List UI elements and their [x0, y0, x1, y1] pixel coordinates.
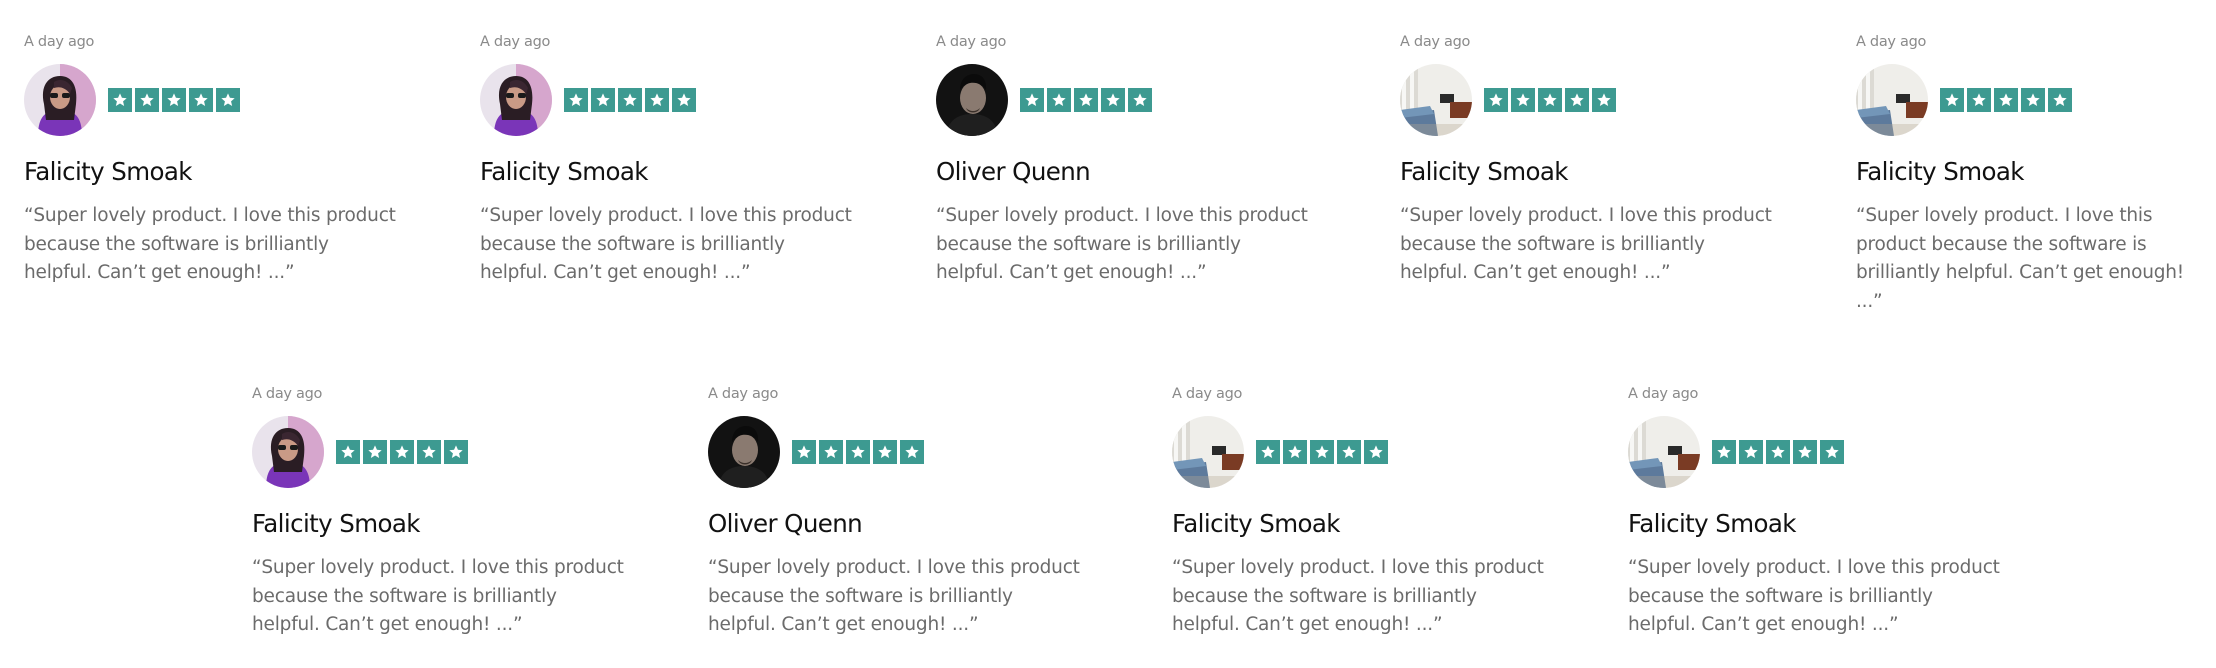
review-quote: “Super lovely product. I love this produ… — [480, 205, 852, 283]
review-card: A day ago Falicity Smoak “Super lovely p… — [1856, 32, 2216, 316]
star-icon — [792, 440, 816, 464]
star-icon — [873, 440, 897, 464]
star-rating — [1020, 88, 1152, 112]
star-icon — [1766, 440, 1790, 464]
review-time: A day ago — [1628, 386, 1699, 402]
review-quote: “Super lovely product. I love this produ… — [1628, 557, 2000, 635]
star-rating — [1484, 88, 1616, 112]
star-icon — [417, 440, 441, 464]
star-icon — [1128, 88, 1152, 112]
review-quote: “Super lovely product. I love this produ… — [1172, 557, 1544, 635]
review-time: A day ago — [1400, 34, 1471, 50]
reviewer-name: Falicity Smoak — [1400, 157, 1568, 186]
star-icon — [1739, 440, 1763, 464]
star-rating — [108, 88, 240, 112]
review-card: A day ago Oliver Quenn “Super lovely pro… — [708, 384, 1108, 640]
star-rating — [792, 440, 924, 464]
woman-purple-avatar — [252, 416, 324, 488]
review-quote: “Super lovely product. I love this produ… — [936, 205, 1308, 283]
star-icon — [444, 440, 468, 464]
review-quote: “Super lovely product. I love this produ… — [1400, 205, 1772, 283]
star-icon — [1820, 440, 1844, 464]
star-rating — [564, 88, 696, 112]
reviewer-name: Falicity Smoak — [252, 509, 420, 538]
review-quote: “Super lovely product. I love this produ… — [1856, 205, 2185, 312]
review-card: A day ago Falicity Smoak “Super lovely p… — [1400, 32, 1800, 288]
review-time: A day ago — [1172, 386, 1243, 402]
review-quote: “Super lovely product. I love this produ… — [24, 205, 396, 283]
star-icon — [2021, 88, 2045, 112]
review-time: A day ago — [252, 386, 323, 402]
star-icon — [108, 88, 132, 112]
star-icon — [1283, 440, 1307, 464]
woman-purple-avatar — [24, 64, 96, 136]
review-card: A day ago Falicity Smoak “Super lovely p… — [480, 32, 880, 288]
reviewer-name: Falicity Smoak — [480, 157, 648, 186]
star-rating — [1256, 440, 1388, 464]
reviewer-name: Oliver Quenn — [936, 157, 1091, 186]
star-icon — [1994, 88, 2018, 112]
star-icon — [1310, 440, 1334, 464]
star-icon — [672, 88, 696, 112]
review-time: A day ago — [936, 34, 1007, 50]
star-rating — [1712, 440, 1844, 464]
star-icon — [1967, 88, 1991, 112]
star-icon — [1256, 440, 1280, 464]
review-time: A day ago — [24, 34, 95, 50]
star-icon — [1484, 88, 1508, 112]
star-icon — [1712, 440, 1736, 464]
star-icon — [645, 88, 669, 112]
reviewer-name: Falicity Smoak — [1628, 509, 1796, 538]
review-quote: “Super lovely product. I love this produ… — [708, 557, 1080, 635]
reviewer-name: Falicity Smoak — [24, 157, 192, 186]
star-icon — [363, 440, 387, 464]
star-icon — [1101, 88, 1125, 112]
star-rating — [336, 440, 468, 464]
star-icon — [1364, 440, 1388, 464]
star-icon — [1565, 88, 1589, 112]
star-icon — [390, 440, 414, 464]
room-interior-avatar — [1628, 416, 1700, 488]
review-card: A day ago Oliver Quenn “Super lovely pro… — [936, 32, 1336, 288]
star-icon — [1020, 88, 1044, 112]
star-icon — [846, 440, 870, 464]
man-dark-avatar — [936, 64, 1008, 136]
review-card: A day ago Falicity Smoak “Super lovely p… — [1628, 384, 2028, 640]
review-time: A day ago — [480, 34, 551, 50]
star-icon — [162, 88, 186, 112]
reviewer-name: Falicity Smoak — [1856, 157, 2024, 186]
review-card: A day ago Falicity Smoak “Super lovely p… — [252, 384, 652, 640]
review-card: A day ago Falicity Smoak “Super lovely p… — [24, 32, 424, 288]
room-interior-avatar — [1856, 64, 1928, 136]
star-rating — [1940, 88, 2072, 112]
star-icon — [336, 440, 360, 464]
star-icon — [1047, 88, 1071, 112]
room-interior-avatar — [1172, 416, 1244, 488]
woman-purple-avatar — [480, 64, 552, 136]
review-quote: “Super lovely product. I love this produ… — [252, 557, 624, 635]
review-time: A day ago — [1856, 34, 1927, 50]
star-icon — [1511, 88, 1535, 112]
review-time: A day ago — [708, 386, 779, 402]
star-icon — [1074, 88, 1098, 112]
review-card: A day ago Falicity Smoak “Super lovely p… — [1172, 384, 1572, 640]
reviewer-name: Oliver Quenn — [708, 509, 863, 538]
star-icon — [189, 88, 213, 112]
room-interior-avatar — [1400, 64, 1472, 136]
star-icon — [1337, 440, 1361, 464]
star-icon — [618, 88, 642, 112]
star-icon — [591, 88, 615, 112]
star-icon — [2048, 88, 2072, 112]
star-icon — [1940, 88, 1964, 112]
star-icon — [135, 88, 159, 112]
man-dark-avatar — [708, 416, 780, 488]
star-icon — [819, 440, 843, 464]
star-icon — [216, 88, 240, 112]
star-icon — [900, 440, 924, 464]
star-icon — [564, 88, 588, 112]
star-icon — [1538, 88, 1562, 112]
star-icon — [1793, 440, 1817, 464]
reviewer-name: Falicity Smoak — [1172, 509, 1340, 538]
star-icon — [1592, 88, 1616, 112]
